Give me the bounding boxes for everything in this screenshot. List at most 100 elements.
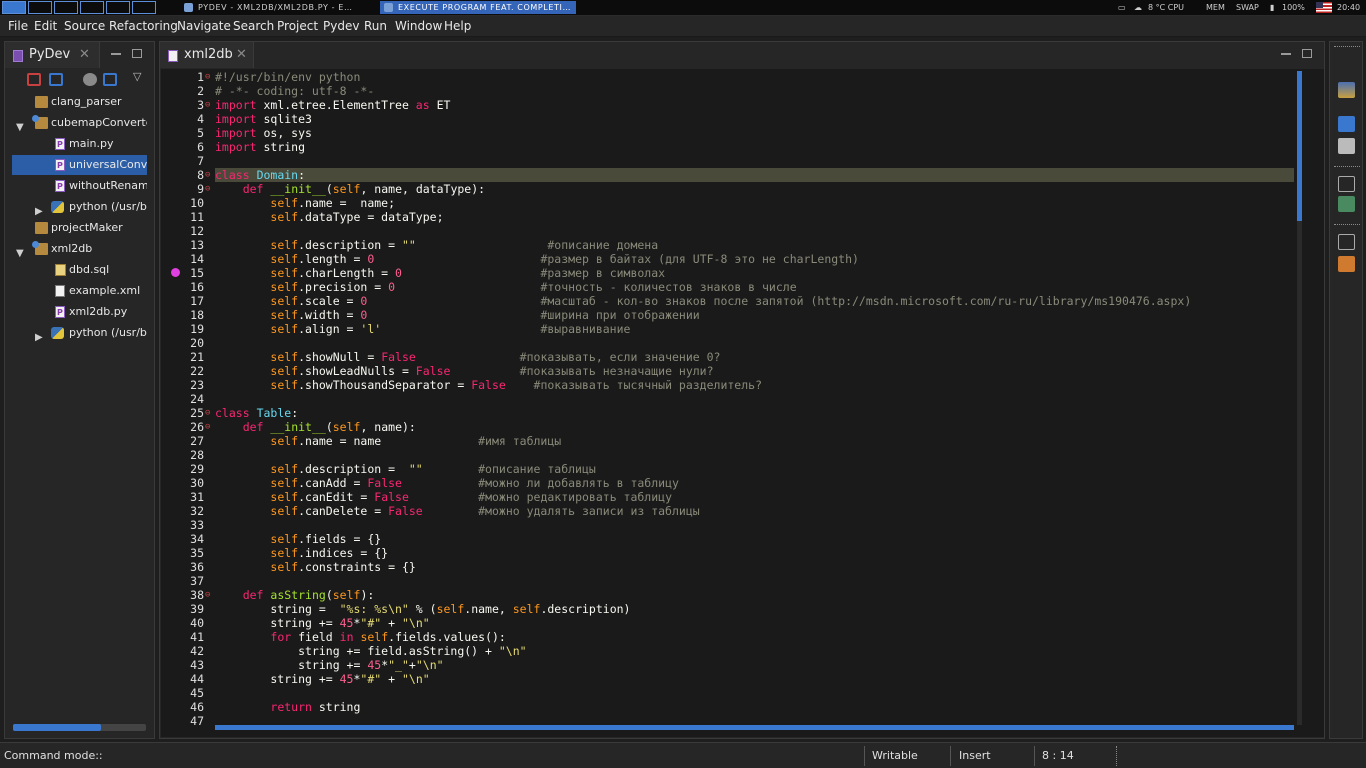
- code-line[interactable]: self.align = 'l' #выравнивание: [215, 322, 630, 336]
- code-line[interactable]: string += 45*"_"+"\n": [215, 658, 443, 672]
- breakpoint-marker-icon[interactable]: [171, 268, 180, 277]
- view-menu-chevron-down-icon[interactable]: ▽: [133, 70, 141, 83]
- debug-perspective-icon[interactable]: [1338, 138, 1355, 154]
- collapsed-chevron-icon[interactable]: ▶: [35, 328, 43, 343]
- code-line[interactable]: import string: [215, 140, 305, 154]
- tree-item-xml2db-py[interactable]: xml2db.py: [12, 302, 147, 322]
- code-line[interactable]: self.charLength = 0 #размер в символах: [215, 266, 665, 280]
- sync-icon[interactable]: [103, 73, 117, 86]
- workspace-2[interactable]: [28, 1, 52, 14]
- code-line[interactable]: def __init__(self, name, dataType):: [215, 182, 485, 196]
- close-icon[interactable]: ✕: [236, 47, 247, 62]
- fold-toggle-icon[interactable]: ⊖: [205, 168, 210, 182]
- collapsed-chevron-icon[interactable]: ▶: [35, 202, 43, 217]
- code-line[interactable]: class Domain:: [215, 168, 305, 182]
- outline-view-icon[interactable]: [1338, 196, 1355, 212]
- fold-toggle-icon[interactable]: ⊖: [205, 98, 210, 112]
- filter-icon[interactable]: [83, 73, 97, 86]
- code-line[interactable]: string = "%s: %s\n" % (self.name, self.d…: [215, 602, 630, 616]
- restore-icon[interactable]: [1338, 234, 1355, 250]
- code-line[interactable]: self.showLeadNulls = False #показывать н…: [215, 364, 713, 378]
- workspace-6[interactable]: [132, 1, 156, 14]
- code-line[interactable]: self.canEdit = False #можно редактироват…: [215, 490, 672, 504]
- code-line[interactable]: self.indices = {}: [215, 546, 388, 560]
- tree-item-xml2db[interactable]: ▼ xml2db: [12, 239, 147, 259]
- close-icon[interactable]: ✕: [79, 47, 90, 62]
- tab-xml2db[interactable]: xml2db ✕: [160, 42, 254, 68]
- code-line[interactable]: self.canDelete = False #можно удалять за…: [215, 504, 699, 518]
- code-line[interactable]: self.scale = 0 #масштаб - кол-во знаков …: [215, 294, 1191, 308]
- code-line[interactable]: self.showNull = False #показывать, если …: [215, 350, 720, 364]
- tree-item-example-xml[interactable]: example.xml: [12, 281, 147, 301]
- scrollbar-thumb[interactable]: [13, 724, 101, 731]
- code-line[interactable]: return string: [215, 700, 360, 714]
- menu-navigate[interactable]: Navigate: [177, 19, 231, 33]
- menu-project[interactable]: Project: [277, 19, 318, 33]
- workspace-4[interactable]: [80, 1, 104, 14]
- scrollbar-thumb[interactable]: [1297, 71, 1302, 221]
- menu-refactoring[interactable]: Refactoring: [109, 19, 178, 33]
- code-line[interactable]: self.showThousandSeparator = False #пока…: [215, 378, 762, 392]
- minimize-icon[interactable]: [1281, 53, 1291, 55]
- code-area[interactable]: 1 ⊖ #!/usr/bin/env python 2 # -*- coding: ut…: [161, 69, 1324, 737]
- expanded-chevron-icon[interactable]: ▼: [16, 244, 24, 259]
- tree-item-dbd-sql[interactable]: dbd.sql: [12, 260, 147, 280]
- collapse-all-icon[interactable]: [27, 73, 41, 86]
- code-line[interactable]: self.dataType = dataType;: [215, 210, 443, 224]
- code-line[interactable]: self.length = 0 #размер в байтах (для UT…: [215, 252, 859, 266]
- link-with-editor-icon[interactable]: [49, 73, 63, 86]
- tree-item-clang-parser[interactable]: clang_parser: [12, 92, 147, 112]
- fold-toggle-icon[interactable]: ⊖: [205, 420, 210, 434]
- code-line[interactable]: import xml.etree.ElementTree as ET: [215, 98, 450, 112]
- workspace-5[interactable]: [106, 1, 130, 14]
- code-line[interactable]: self.width = 0 #ширина при отображении: [215, 308, 699, 322]
- tree-item-python-interpreter-2[interactable]: ▶ python (/usr/bir: [12, 323, 147, 343]
- expanded-chevron-icon[interactable]: ▼: [16, 118, 24, 133]
- tree-item-main-py[interactable]: main.py: [12, 134, 147, 154]
- taskbar-item-execute[interactable]: EXECUTE PROGRAM FEAT. COMPLETI…: [380, 1, 576, 14]
- minimize-icon[interactable]: [111, 53, 121, 55]
- menu-run[interactable]: Run: [364, 19, 387, 33]
- code-line[interactable]: class Table:: [215, 406, 298, 420]
- code-line[interactable]: self.fields = {}: [215, 532, 381, 546]
- tree-item-withoutrename[interactable]: withoutRename: [12, 176, 147, 196]
- keyboard-layout-flag-icon[interactable]: [1316, 2, 1332, 13]
- menu-file[interactable]: File: [8, 19, 28, 33]
- code-line[interactable]: self.canAdd = False #можно ли добавлять …: [215, 476, 679, 490]
- workspace-1[interactable]: [2, 1, 26, 14]
- code-line[interactable]: string += field.asString() + "\n": [215, 644, 527, 658]
- code-line[interactable]: self.constraints = {}: [215, 560, 415, 574]
- menu-help[interactable]: Help: [444, 19, 471, 33]
- code-line[interactable]: self.name = name;: [215, 196, 395, 210]
- code-line[interactable]: #!/usr/bin/env python: [215, 70, 360, 84]
- code-line[interactable]: self.description = "" #описание домена: [215, 238, 658, 252]
- code-line[interactable]: def __init__(self, name):: [215, 420, 416, 434]
- menu-edit[interactable]: Edit: [34, 19, 57, 33]
- tree-item-cubemapconverter[interactable]: ▼ cubemapConverter: [12, 113, 147, 133]
- maximize-icon[interactable]: [132, 49, 142, 58]
- taskbar-item-pydev[interactable]: PYDEV - XML2DB/XML2DB.PY - E…: [180, 1, 376, 14]
- tab-pydev[interactable]: PyDev ✕: [5, 42, 100, 68]
- code-line[interactable]: self.name = name #имя таблицы: [215, 434, 561, 448]
- code-line[interactable]: def asString(self):: [215, 588, 375, 602]
- code-line[interactable]: string += 45*"#" + "\n": [215, 672, 429, 686]
- code-line[interactable]: import os, sys: [215, 126, 312, 140]
- tree-item-projectmaker[interactable]: projectMaker: [12, 218, 147, 238]
- menu-window[interactable]: Window: [395, 19, 442, 33]
- horizontal-scrollbar[interactable]: [13, 724, 146, 731]
- vertical-scrollbar[interactable]: [1297, 71, 1302, 725]
- fold-toggle-icon[interactable]: ⊖: [205, 588, 210, 602]
- tree-item-universalconver[interactable]: universalConver: [12, 155, 147, 175]
- restore-icon[interactable]: [1338, 176, 1355, 192]
- fold-toggle-icon[interactable]: ⊖: [205, 70, 210, 84]
- fold-toggle-icon[interactable]: ⊖: [205, 182, 210, 196]
- code-line[interactable]: for field in self.fields.values():: [215, 630, 505, 644]
- menu-source[interactable]: Source: [64, 19, 105, 33]
- code-line[interactable]: string += 45*"#" + "\n": [215, 616, 429, 630]
- pydev-perspective-icon[interactable]: [1338, 116, 1355, 132]
- code-line[interactable]: self.precision = 0 #точность - количесто…: [215, 280, 796, 294]
- open-perspective-icon[interactable]: [1338, 82, 1355, 98]
- tree-item-python-interpreter[interactable]: ▶ python (/usr/bir: [12, 197, 147, 217]
- code-line[interactable]: self.description = "" #описание таблицы: [215, 462, 595, 476]
- workspace-3[interactable]: [54, 1, 78, 14]
